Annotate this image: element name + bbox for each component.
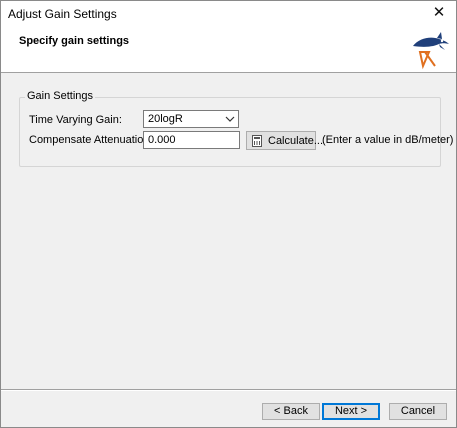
attenuation-input[interactable] xyxy=(143,131,240,149)
wizard-header: Specify gain settings xyxy=(1,26,456,73)
attenuation-hint: (Enter a value in dB/meter) xyxy=(322,134,454,146)
close-icon: ✕ xyxy=(432,4,446,21)
tvg-label: Time Varying Gain: xyxy=(29,114,122,126)
tvg-dropdown-value: 20logR xyxy=(148,113,183,125)
close-button[interactable]: ✕ xyxy=(422,1,456,26)
back-button[interactable]: < Back xyxy=(262,403,320,420)
cancel-button[interactable]: Cancel xyxy=(389,403,447,420)
calculate-button-label: Calculate... xyxy=(268,135,324,147)
page-title: Specify gain settings xyxy=(19,35,130,47)
chevron-down-icon xyxy=(225,116,235,122)
calculate-button[interactable]: Calculate... xyxy=(246,131,323,150)
title-bar: Adjust Gain Settings ✕ xyxy=(1,1,456,26)
dialog-window: Adjust Gain Settings ✕ Specify gain sett… xyxy=(0,0,457,428)
sonar-logo-icon xyxy=(413,32,449,70)
footer-divider xyxy=(1,389,456,391)
window-title: Adjust Gain Settings xyxy=(8,7,117,21)
tvg-dropdown[interactable]: 20logR xyxy=(143,110,239,128)
attenuation-label: Compensate Attenuation: xyxy=(29,134,153,146)
calculator-icon xyxy=(252,135,262,147)
next-button[interactable]: Next > xyxy=(322,403,380,420)
gain-settings-legend: Gain Settings xyxy=(25,90,96,102)
